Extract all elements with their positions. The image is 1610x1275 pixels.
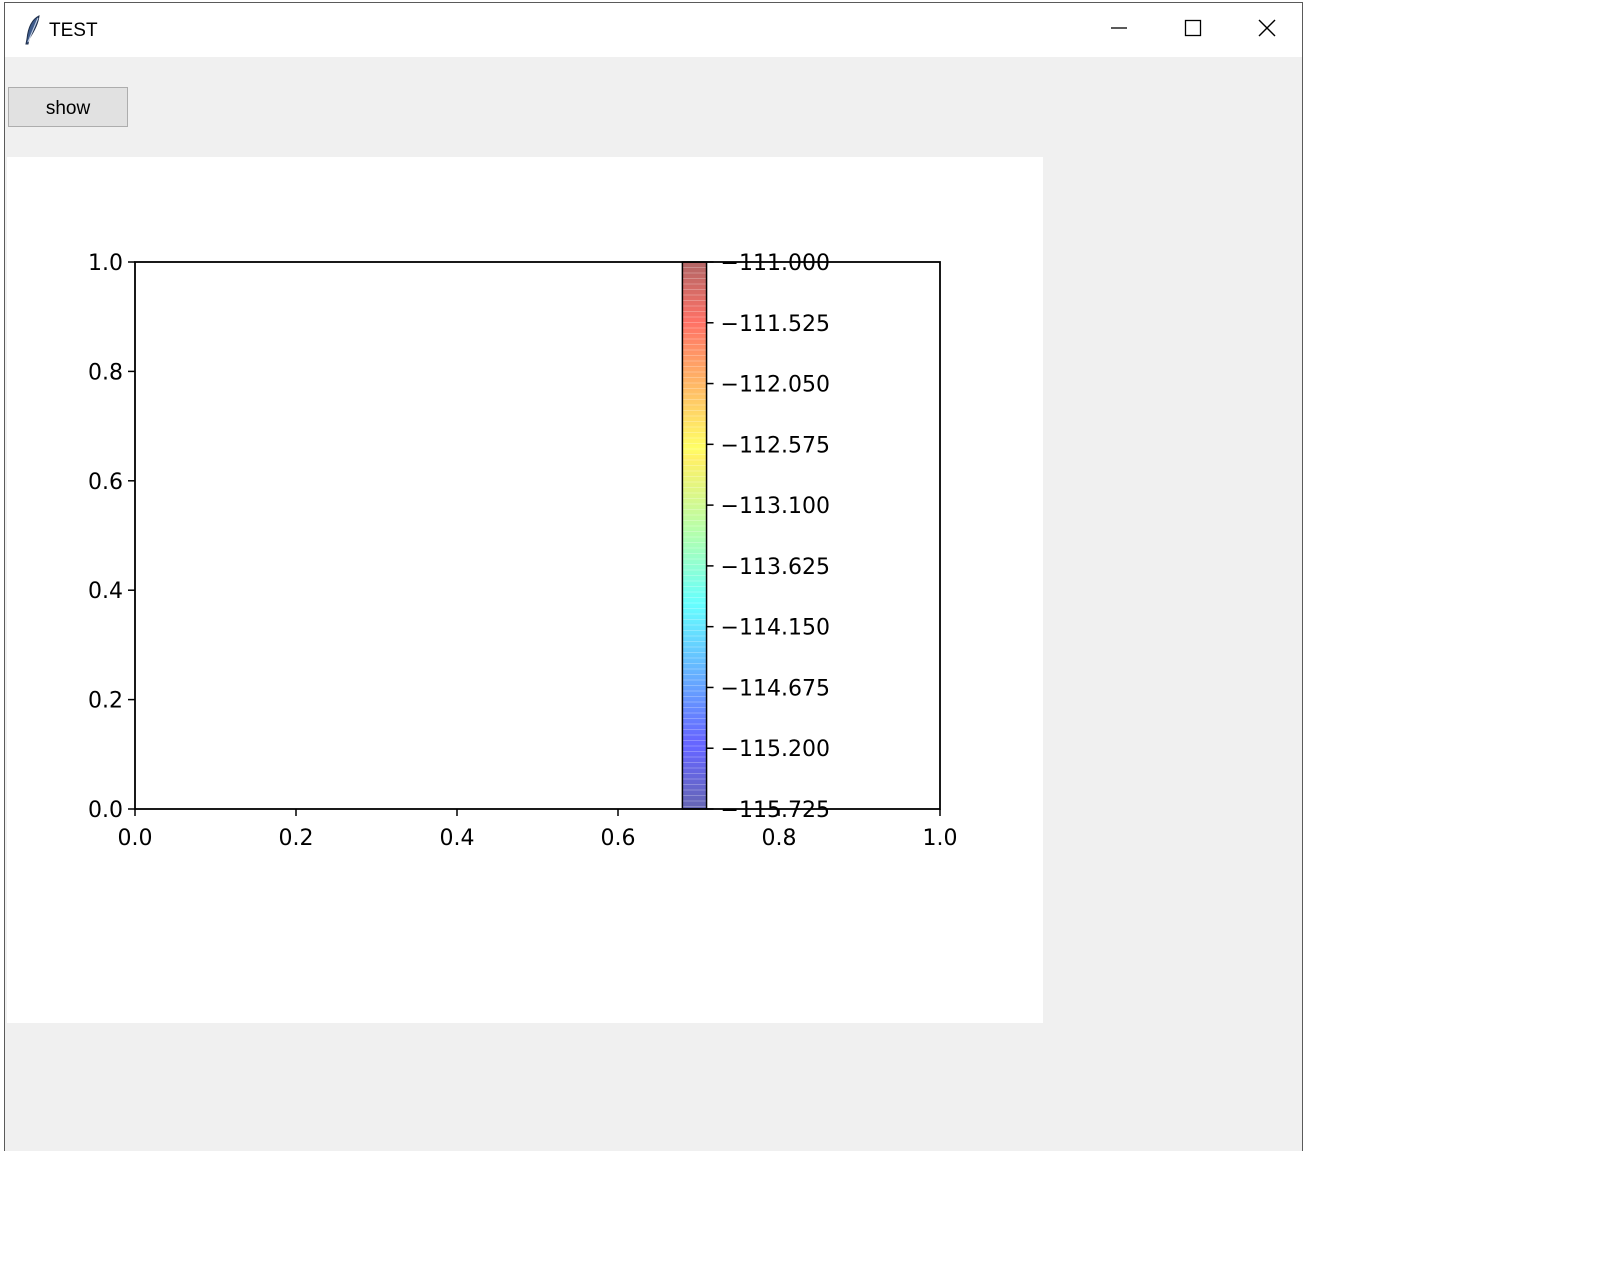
y-tick-label: 0.6	[88, 470, 123, 495]
x-tick-label: 0.8	[762, 826, 797, 851]
x-tick-label: 1.0	[923, 826, 958, 851]
feather-icon	[23, 15, 43, 45]
y-tick-label: 1.0	[88, 251, 123, 276]
maximize-icon	[1184, 19, 1202, 41]
colorbar-tick-label: −112.050	[721, 373, 830, 398]
plot-figure: −111.000 −111.525 −112.050 −112.575 −113.100…	[88, 251, 958, 851]
window-title: TEST	[49, 20, 98, 41]
colorbar-tick-label: −114.675	[721, 676, 830, 701]
show-button[interactable]: show	[8, 87, 128, 127]
close-button[interactable]	[1231, 3, 1303, 57]
y-tick-label: 0.8	[88, 360, 123, 385]
x-tick-label: 0.2	[279, 826, 314, 851]
axes: −111.000 −111.525 −112.050 −112.575 −113.100…	[88, 251, 958, 851]
close-icon	[1258, 19, 1276, 41]
maximize-button[interactable]	[1157, 3, 1229, 57]
y-tick-label: 0.0	[88, 798, 123, 823]
colorbar-tick-label: −115.725	[721, 798, 830, 823]
colorbar-tick-label: −113.100	[721, 494, 830, 519]
colorbar-tick-label: −115.200	[721, 737, 830, 762]
y-tick-label: 0.2	[88, 689, 123, 714]
x-tick-label: 0.4	[440, 826, 475, 851]
colorbar-tick-label: −111.000	[721, 251, 830, 276]
colorbar-tick-label: −113.625	[721, 555, 830, 580]
minimize-button[interactable]	[1083, 3, 1155, 57]
plot-canvas: −111.000 −111.525 −112.050 −112.575 −113.100…	[7, 157, 1043, 1023]
title-bar[interactable]: TEST	[5, 3, 1302, 57]
colorbar-tick-label: −114.150	[721, 616, 830, 641]
app-window: TEST show −111.000 −111.525 −112.050 −11…	[4, 2, 1303, 1151]
colorbar-stripes	[682, 262, 707, 809]
colorbar-tick-label: −111.525	[721, 312, 830, 337]
y-tick-label: 0.4	[88, 579, 123, 604]
colorbar-tick-label: −112.575	[721, 433, 830, 458]
x-tick-label: 0.6	[601, 826, 636, 851]
x-tick-label: 0.0	[118, 826, 153, 851]
axes-frame	[134, 261, 941, 810]
minimize-icon	[1110, 19, 1128, 41]
